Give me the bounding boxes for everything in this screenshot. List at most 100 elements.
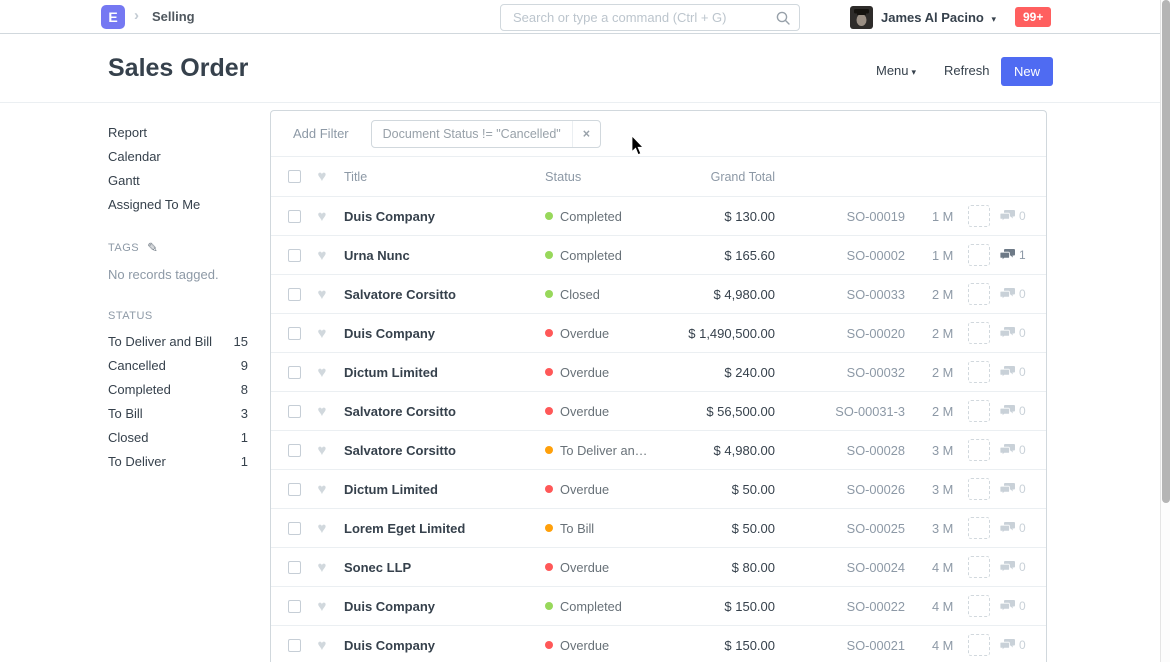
assignment-placeholder[interactable]: [968, 283, 990, 305]
add-filter-button[interactable]: Add Filter: [293, 126, 349, 141]
heart-icon[interactable]: ♥: [314, 248, 330, 263]
global-search[interactable]: [500, 4, 800, 31]
scrollbar-track[interactable]: [1160, 0, 1170, 662]
assignment-placeholder[interactable]: [968, 517, 990, 539]
sidebar-view-item[interactable]: Gantt: [108, 169, 248, 193]
row-title[interactable]: Salvatore Corsitto: [344, 443, 545, 458]
row-title[interactable]: Duis Company: [344, 638, 545, 653]
table-row[interactable]: ♥ Lorem Eget Limited To Bill $ 50.00 SO-…: [271, 509, 1046, 548]
table-row[interactable]: ♥ Urna Nunc Completed $ 165.60 SO-00002 …: [271, 236, 1046, 275]
heart-icon[interactable]: ♥: [314, 482, 330, 497]
row-title[interactable]: Dictum Limited: [344, 365, 545, 380]
sidebar-status-item[interactable]: Cancelled 9: [108, 354, 248, 378]
filter-chip-label[interactable]: Document Status != "Cancelled": [372, 127, 572, 141]
row-title[interactable]: Duis Company: [344, 326, 545, 341]
row-document-id[interactable]: SO-00032: [775, 365, 905, 380]
assignment-placeholder[interactable]: [968, 205, 990, 227]
row-document-id[interactable]: SO-00019: [775, 209, 905, 224]
row-document-id[interactable]: SO-00002: [775, 248, 905, 263]
breadcrumb[interactable]: Selling: [152, 9, 195, 24]
row-document-id[interactable]: SO-00031-3: [775, 404, 905, 419]
table-row[interactable]: ♥ Salvatore Corsitto Overdue $ 56,500.00…: [271, 392, 1046, 431]
assignment-placeholder[interactable]: [968, 634, 990, 656]
heart-icon[interactable]: ♥: [314, 169, 330, 184]
table-row[interactable]: ♥ Duis Company Overdue $ 1,490,500.00 SO…: [271, 314, 1046, 353]
row-title[interactable]: Dictum Limited: [344, 482, 545, 497]
new-button[interactable]: New: [1001, 57, 1053, 86]
search-icon[interactable]: [776, 11, 790, 25]
row-title[interactable]: Lorem Eget Limited: [344, 521, 545, 536]
assignment-placeholder[interactable]: [968, 595, 990, 617]
user-avatar[interactable]: [850, 6, 873, 29]
heart-icon[interactable]: ♥: [314, 209, 330, 224]
table-row[interactable]: ♥ Salvatore Corsitto To Deliver an… $ 4,…: [271, 431, 1046, 470]
row-checkbox[interactable]: [288, 522, 301, 535]
row-checkbox[interactable]: [288, 600, 301, 613]
refresh-button[interactable]: Refresh: [944, 63, 990, 78]
row-title[interactable]: Salvatore Corsitto: [344, 287, 545, 302]
row-document-id[interactable]: SO-00028: [775, 443, 905, 458]
app-logo[interactable]: E: [101, 5, 125, 29]
sidebar-status-item[interactable]: To Deliver and Bill 15: [108, 330, 248, 354]
column-status[interactable]: Status: [545, 169, 675, 184]
row-title[interactable]: Urna Nunc: [344, 248, 545, 263]
row-checkbox[interactable]: [288, 561, 301, 574]
heart-icon[interactable]: ♥: [314, 560, 330, 575]
user-menu[interactable]: James Al Pacino ▾: [881, 10, 996, 25]
column-grand-total[interactable]: Grand Total: [675, 170, 775, 184]
edit-tags-icon[interactable]: ✎: [147, 240, 158, 256]
sidebar-status-item[interactable]: To Deliver 1: [108, 450, 248, 474]
heart-icon[interactable]: ♥: [314, 287, 330, 302]
assignment-placeholder[interactable]: [968, 322, 990, 344]
notifications-badge[interactable]: 99+: [1015, 7, 1051, 27]
assignment-placeholder[interactable]: [968, 400, 990, 422]
column-title[interactable]: Title: [344, 170, 545, 184]
assignment-placeholder[interactable]: [968, 244, 990, 266]
menu-button[interactable]: Menu▾: [876, 63, 916, 78]
row-title[interactable]: Duis Company: [344, 599, 545, 614]
assignment-placeholder[interactable]: [968, 478, 990, 500]
heart-icon[interactable]: ♥: [314, 599, 330, 614]
heart-icon[interactable]: ♥: [314, 326, 330, 341]
heart-icon[interactable]: ♥: [314, 404, 330, 419]
table-row[interactable]: ♥ Duis Company Completed $ 150.00 SO-000…: [271, 587, 1046, 626]
scrollbar-thumb[interactable]: [1162, 0, 1170, 503]
row-document-id[interactable]: SO-00033: [775, 287, 905, 302]
row-checkbox[interactable]: [288, 483, 301, 496]
row-checkbox[interactable]: [288, 405, 301, 418]
heart-icon[interactable]: ♥: [314, 521, 330, 536]
row-document-id[interactable]: SO-00024: [775, 560, 905, 575]
sidebar-status-item[interactable]: Closed 1: [108, 426, 248, 450]
row-checkbox[interactable]: [288, 210, 301, 223]
row-checkbox[interactable]: [288, 444, 301, 457]
row-document-id[interactable]: SO-00022: [775, 599, 905, 614]
row-document-id[interactable]: SO-00020: [775, 326, 905, 341]
assignment-placeholder[interactable]: [968, 556, 990, 578]
row-document-id[interactable]: SO-00021: [775, 638, 905, 653]
search-input[interactable]: [501, 10, 776, 25]
table-row[interactable]: ♥ Salvatore Corsitto Closed $ 4,980.00 S…: [271, 275, 1046, 314]
row-title[interactable]: Salvatore Corsitto: [344, 404, 545, 419]
table-row[interactable]: ♥ Dictum Limited Overdue $ 50.00 SO-0002…: [271, 470, 1046, 509]
sidebar-view-item[interactable]: Report: [108, 121, 248, 145]
assignment-placeholder[interactable]: [968, 361, 990, 383]
heart-icon[interactable]: ♥: [314, 638, 330, 653]
row-checkbox[interactable]: [288, 639, 301, 652]
row-title[interactable]: Duis Company: [344, 209, 545, 224]
heart-icon[interactable]: ♥: [314, 443, 330, 458]
sidebar-status-item[interactable]: Completed 8: [108, 378, 248, 402]
table-row[interactable]: ♥ Sonec LLP Overdue $ 80.00 SO-00024 4 M…: [271, 548, 1046, 587]
remove-filter-icon[interactable]: ×: [572, 121, 600, 147]
sidebar-view-item[interactable]: Assigned To Me: [108, 193, 248, 217]
table-row[interactable]: ♥ Duis Company Completed $ 130.00 SO-000…: [271, 197, 1046, 236]
assignment-placeholder[interactable]: [968, 439, 990, 461]
sidebar-view-item[interactable]: Calendar: [108, 145, 248, 169]
row-document-id[interactable]: SO-00026: [775, 482, 905, 497]
row-document-id[interactable]: SO-00025: [775, 521, 905, 536]
table-row[interactable]: ♥ Duis Company Overdue $ 150.00 SO-00021…: [271, 626, 1046, 662]
row-checkbox[interactable]: [288, 327, 301, 340]
row-checkbox[interactable]: [288, 249, 301, 262]
table-row[interactable]: ♥ Dictum Limited Overdue $ 240.00 SO-000…: [271, 353, 1046, 392]
select-all-checkbox[interactable]: [288, 170, 301, 183]
row-checkbox[interactable]: [288, 366, 301, 379]
